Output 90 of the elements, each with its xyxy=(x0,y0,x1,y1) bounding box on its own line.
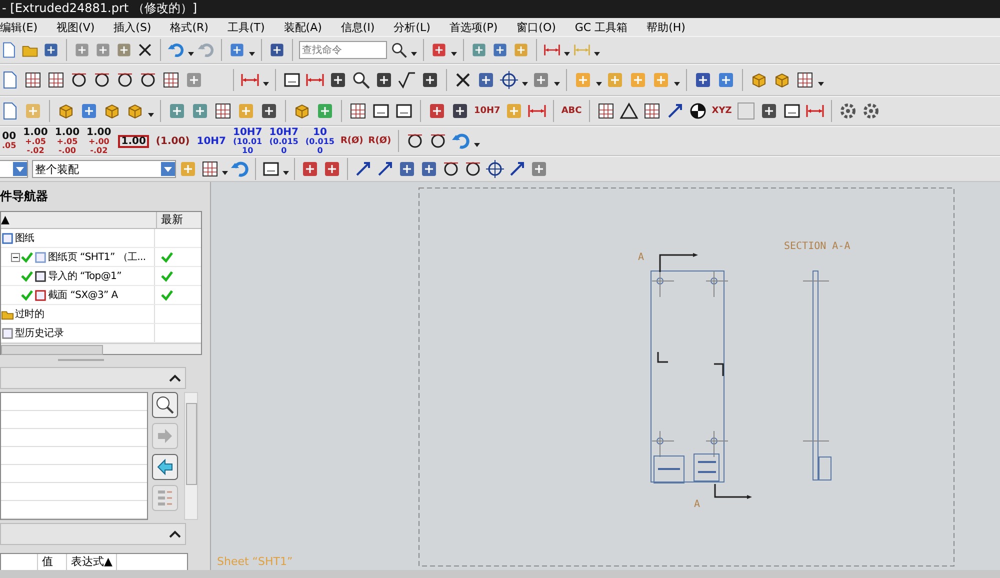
menu-item[interactable]: 装配(A) xyxy=(284,20,322,34)
hatched-square-icon[interactable] xyxy=(348,101,368,121)
dimension-style-button[interactable]: 1.00 xyxy=(116,134,151,148)
section-line-arrow xyxy=(659,253,698,272)
caret-icon[interactable] xyxy=(283,171,289,175)
caret-icon[interactable] xyxy=(249,52,255,56)
check-mark-icon[interactable] xyxy=(397,70,417,90)
cross-icon[interactable] xyxy=(136,41,154,59)
toolbar-button[interactable]: ABC xyxy=(560,106,583,116)
menu-item[interactable]: 格式(R) xyxy=(170,20,208,34)
caret-icon[interactable] xyxy=(564,52,570,56)
node-icon xyxy=(34,288,47,302)
tree-item[interactable]: 过时的 xyxy=(15,307,44,321)
crosshair-icon[interactable] xyxy=(485,159,505,179)
tree-item[interactable]: 导入的 “Top@1” xyxy=(48,269,122,283)
caret-icon[interactable] xyxy=(148,113,154,117)
node-icon xyxy=(34,250,47,264)
collapse-chevron-icon[interactable] xyxy=(168,529,182,539)
splitter-handle[interactable] xyxy=(58,359,104,361)
expand-toggle-icon[interactable] xyxy=(11,252,20,262)
caret-icon[interactable] xyxy=(522,82,528,86)
dimension-style-button[interactable]: (1.00) xyxy=(154,136,192,146)
toolbar-button[interactable]: XYZ xyxy=(710,106,733,116)
menu-item[interactable]: 工具(T) xyxy=(227,20,265,34)
node-icon xyxy=(34,270,47,282)
menu-item[interactable]: 分析(L) xyxy=(394,20,430,34)
grid-icon[interactable] xyxy=(200,159,220,179)
toolbar-button[interactable]: 10H7 xyxy=(473,106,502,116)
menu-item[interactable]: GC 工具箱 xyxy=(574,20,628,34)
section-line-arrow xyxy=(714,484,752,499)
caret-icon[interactable] xyxy=(188,52,194,56)
grid-icon[interactable] xyxy=(23,70,43,90)
view-title: SECTION A-A xyxy=(784,241,850,252)
hatched-square-icon[interactable] xyxy=(795,70,815,90)
collapse-chevron-icon[interactable] xyxy=(168,373,182,383)
section-label: A xyxy=(694,499,700,510)
toolbar-button[interactable]: R(Ø) xyxy=(367,136,392,146)
caret-icon[interactable] xyxy=(818,82,824,86)
dimension-style-button[interactable]: 10 (0.015 0 xyxy=(304,128,336,154)
panel-title: 件导航器 xyxy=(0,188,49,205)
hatched-square-icon[interactable] xyxy=(161,70,181,90)
node-icon xyxy=(1,232,14,244)
caret-icon[interactable] xyxy=(674,82,680,86)
caret-icon[interactable] xyxy=(222,171,228,175)
grid-icon[interactable] xyxy=(596,101,616,121)
crosshair-icon[interactable] xyxy=(499,70,519,90)
section-label: A xyxy=(638,252,644,263)
dimension-style-button[interactable]: 10H7 (10.01 10 xyxy=(231,128,264,154)
grid-icon[interactable] xyxy=(213,101,233,121)
triangle-icon[interactable] xyxy=(618,101,639,121)
command-search-field[interactable]: 查找命令 xyxy=(299,41,387,59)
caret-icon[interactable] xyxy=(451,52,457,56)
menu-item[interactable]: 编辑(E) xyxy=(0,20,38,34)
menu-item[interactable]: 视图(V) xyxy=(56,20,95,34)
sheet-name: Sheet “SHT1” xyxy=(217,555,293,568)
menu-item[interactable]: 插入(S) xyxy=(114,20,152,34)
tree-item[interactable]: 图纸页 “SHT1” （工... xyxy=(48,250,146,264)
document-icon[interactable] xyxy=(0,41,18,59)
search-icon[interactable] xyxy=(351,70,371,90)
menu-item[interactable]: 窗口(O) xyxy=(516,20,556,34)
dimension-style-button[interactable]: 10H7 (0.015 0 xyxy=(267,128,300,154)
caret-icon[interactable] xyxy=(596,82,602,86)
column-header[interactable]: ▲ xyxy=(1,212,157,228)
menu-item[interactable]: 帮助(H) xyxy=(646,20,686,34)
gear-icon[interactable] xyxy=(838,101,858,121)
tree-item[interactable]: 截面 “SX@3” A xyxy=(48,288,118,302)
dimension-style-button[interactable]: 1.00 +.05 -.00 xyxy=(52,128,82,154)
dimension-style-button[interactable]: 00 .05 xyxy=(0,132,18,150)
assembly-filter-dropdown[interactable]: 整个装配 xyxy=(32,160,176,178)
tree-item[interactable]: 型历史记录 xyxy=(15,326,64,340)
gear-icon[interactable] xyxy=(860,101,881,121)
menu-item[interactable]: 信息(I) xyxy=(340,20,375,34)
toolbar-button[interactable]: R(Ø) xyxy=(339,136,364,146)
menu-item[interactable]: 首选项(P) xyxy=(449,20,498,34)
caret-icon[interactable] xyxy=(554,82,560,86)
column-header[interactable]: 最新 xyxy=(157,212,201,228)
dimension-style-button[interactable]: 1.00 +.05 -.02 xyxy=(21,128,50,154)
grid-icon[interactable] xyxy=(642,101,662,121)
caret-icon[interactable] xyxy=(594,52,600,56)
dimension-style-button[interactable]: 1.00 +.00 -.02 xyxy=(84,128,114,154)
search-icon[interactable] xyxy=(152,392,178,418)
hatched-square-icon[interactable] xyxy=(46,70,66,90)
search-icon[interactable] xyxy=(390,41,408,59)
caret-icon[interactable] xyxy=(474,143,480,147)
tree-item[interactable]: 图纸 xyxy=(15,231,34,245)
window-title: - [Extruded24881.prt （修改的）] xyxy=(2,1,198,15)
target-icon[interactable] xyxy=(688,101,708,121)
dimension-style-button[interactable]: 10H7 xyxy=(194,136,228,146)
caret-icon[interactable] xyxy=(263,82,269,86)
caret-icon[interactable] xyxy=(411,52,417,56)
